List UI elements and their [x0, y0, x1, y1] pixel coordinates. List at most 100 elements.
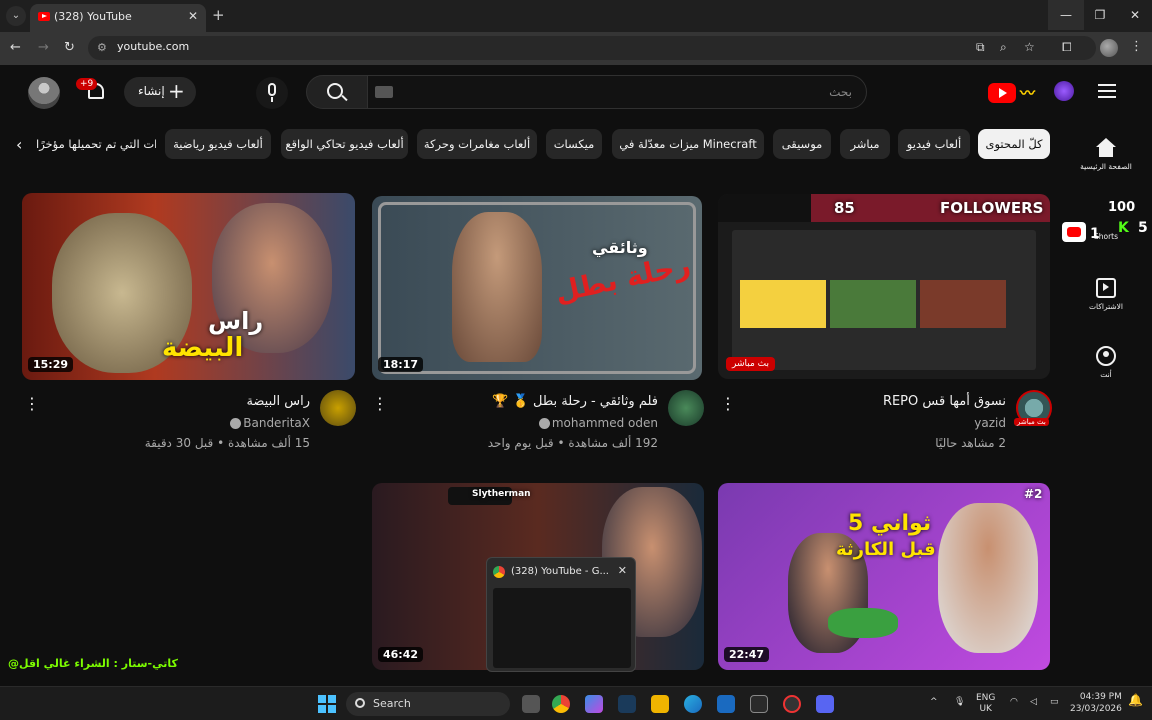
microphone-icon [268, 83, 276, 96]
browser-tab[interactable]: (328) YouTube ✕ [30, 4, 206, 32]
back-icon[interactable]: ← [10, 40, 21, 55]
reload-icon[interactable]: ↻ [64, 40, 75, 55]
bookmark-star-icon[interactable]: ☆ [1024, 40, 1035, 54]
thumb-line-2: البيضة [162, 333, 244, 363]
guide-menu-icon[interactable] [1098, 84, 1116, 98]
browser-profile-avatar[interactable] [1100, 39, 1118, 57]
thumb-line-2: قبل الكارثة [836, 539, 936, 560]
file-explorer-icon[interactable] [651, 695, 669, 713]
microphone-tray-icon[interactable]: 🎙 [954, 697, 965, 708]
close-window-button[interactable]: ✕ [1125, 6, 1145, 24]
youtube-logo[interactable]: 〰 [988, 79, 1074, 107]
channel-avatar[interactable] [668, 390, 704, 426]
video-title[interactable]: راس البيضة [246, 394, 310, 409]
windows-start-icon[interactable] [318, 695, 336, 713]
channel-name[interactable]: yazid [974, 416, 1006, 430]
browser-tabstrip: ⌄ (328) YouTube ✕ + — ❐ ✕ [0, 0, 1152, 32]
store-icon[interactable] [750, 695, 768, 713]
close-icon[interactable]: ✕ [618, 564, 627, 577]
vscode-icon[interactable] [618, 695, 636, 713]
volume-icon[interactable]: ◁ [1030, 697, 1037, 708]
avatar-live-badge: بث مباشر [1014, 418, 1049, 426]
more-actions-icon[interactable]: ⋮ [720, 394, 736, 413]
video-thumbnail[interactable]: وثائقي رحلة بطل 18:17 [372, 196, 702, 380]
channel-name[interactable]: mohammed oden [537, 416, 658, 430]
discord-icon[interactable] [816, 695, 834, 713]
youtube-play-logo-icon [988, 83, 1016, 103]
channel-avatar[interactable] [320, 390, 356, 426]
home-icon [1096, 138, 1116, 158]
channel-name[interactable]: BanderitaX [228, 416, 310, 430]
site-info-icon[interactable]: ⚙ [97, 41, 107, 54]
extensions-icon[interactable]: ⧠ [1062, 40, 1072, 55]
voice-search-button[interactable] [256, 77, 288, 109]
tab-search-button[interactable]: ⌄ [6, 6, 26, 26]
video-title[interactable]: نسوق أمها قس REPO [883, 394, 1006, 409]
youtube-header: +9 إنشاء + 〰 [0, 65, 1152, 121]
thumb-line-1: 5 ثواني [848, 511, 932, 536]
chip-sports-games[interactable]: ألعاب فيديو رياضية [165, 129, 271, 159]
notifications-icon[interactable]: 🔔 [1128, 694, 1143, 706]
keyboard-icon[interactable] [375, 86, 393, 98]
minimize-button[interactable]: — [1048, 0, 1084, 30]
windows-taskbar: Search ^ 🎙 ENG UK ◠ ◁ ▭ 04:39 PM 23/03/202… [0, 686, 1152, 720]
browser-menu-icon[interactable]: ⋮ [1130, 39, 1143, 54]
chip-video-games[interactable]: ألعاب فيديو [898, 129, 970, 159]
rail-you[interactable]: أنت [1080, 346, 1132, 379]
account-avatar[interactable] [28, 77, 60, 109]
tab-close-icon[interactable]: ✕ [188, 9, 198, 23]
rail-home-label: الصفحة الرئيسية [1080, 162, 1132, 171]
youtube-favicon-icon [38, 12, 50, 21]
copilot-icon[interactable] [585, 695, 603, 713]
recording-app-icon[interactable] [783, 695, 801, 713]
edge-icon[interactable] [684, 695, 702, 713]
show-hidden-icons[interactable]: ^ [930, 697, 938, 708]
zoom-icon[interactable]: ⌕ [1000, 40, 1007, 55]
verified-icon [230, 418, 242, 429]
chip-minecraft-mods[interactable]: ميزات معدّلة في Minecraft [612, 129, 764, 159]
more-actions-icon[interactable]: ⋮ [372, 394, 388, 413]
screen: ⌄ (328) YouTube ✕ + — ❐ ✕ ← → ↻ ⚙ youtub… [0, 0, 1152, 720]
search-input[interactable] [367, 75, 867, 109]
battery-icon[interactable]: ▭ [1050, 697, 1059, 708]
thumb-line-1: وثائقي [592, 238, 648, 257]
chip-recently-uploaded[interactable]: القنوات التي تم تحميلها مؤخرًا [36, 129, 156, 159]
chrome-icon[interactable] [552, 695, 570, 713]
create-button[interactable]: إنشاء + [124, 77, 196, 107]
maximize-button[interactable]: ❐ [1090, 6, 1110, 24]
rail-you-label: أنت [1100, 370, 1112, 379]
create-label: إنشاء [138, 84, 165, 98]
video-title[interactable]: فلم وثائقي - رحلة بطل 🥇 🏆 [492, 394, 658, 409]
new-tab-button[interactable]: + [212, 6, 225, 24]
video-thumbnail[interactable]: 85 FOLLOWERS بث مباشر [718, 194, 1050, 379]
url-text: youtube.com [117, 40, 190, 53]
rail-subscriptions[interactable]: الاشتراكات [1080, 278, 1132, 311]
language-indicator[interactable]: ENG UK [976, 693, 995, 715]
chip-all[interactable]: كلّ المحتوى [978, 129, 1050, 159]
preview-title: (328) YouTube - G... [511, 566, 609, 577]
forward-icon[interactable]: → [38, 40, 49, 55]
chip-action-adventure[interactable]: ألعاب مغامرات وحركة [417, 129, 537, 159]
video-duration: 46:42 [378, 647, 424, 662]
chip-music[interactable]: موسيقى [773, 129, 831, 159]
outlook-icon[interactable] [717, 695, 735, 713]
taskbar-window-preview[interactable]: (328) YouTube - G... ✕ [486, 557, 636, 672]
taskbar-search[interactable]: Search [346, 692, 510, 716]
chip-mixes[interactable]: ميكسات [546, 129, 602, 159]
install-app-icon[interactable]: ⧉ [976, 40, 985, 55]
chip-simulation-games[interactable]: ألعاب فيديو تحاكي الواقع [281, 129, 408, 159]
rail-home[interactable]: الصفحة الرئيسية [1080, 138, 1132, 171]
address-bar[interactable]: ⚙ youtube.com ⧉ ⌕ ☆ ⧠ [88, 36, 1096, 60]
wifi-icon[interactable]: ◠ [1010, 697, 1018, 708]
task-view-icon[interactable] [522, 695, 540, 713]
verified-icon [538, 418, 550, 429]
taskbar-clock[interactable]: 04:39 PM 23/03/2026 [1070, 691, 1122, 715]
search-button[interactable] [306, 75, 368, 109]
video-thumbnail[interactable]: 5 ثواني قبل الكارثة #2 22:47 [718, 483, 1050, 670]
more-actions-icon[interactable]: ⋮ [24, 394, 40, 413]
browser-toolbar: ← → ↻ ⚙ youtube.com ⧉ ⌕ ☆ ⧠ ⋮ [0, 32, 1152, 65]
chip-live[interactable]: مباشر [840, 129, 890, 159]
video-thumbnail[interactable]: راس البيضة 15:29 [22, 193, 355, 380]
tab-title: (328) YouTube [54, 10, 132, 23]
chevron-left-icon[interactable]: ‹ [16, 135, 22, 154]
